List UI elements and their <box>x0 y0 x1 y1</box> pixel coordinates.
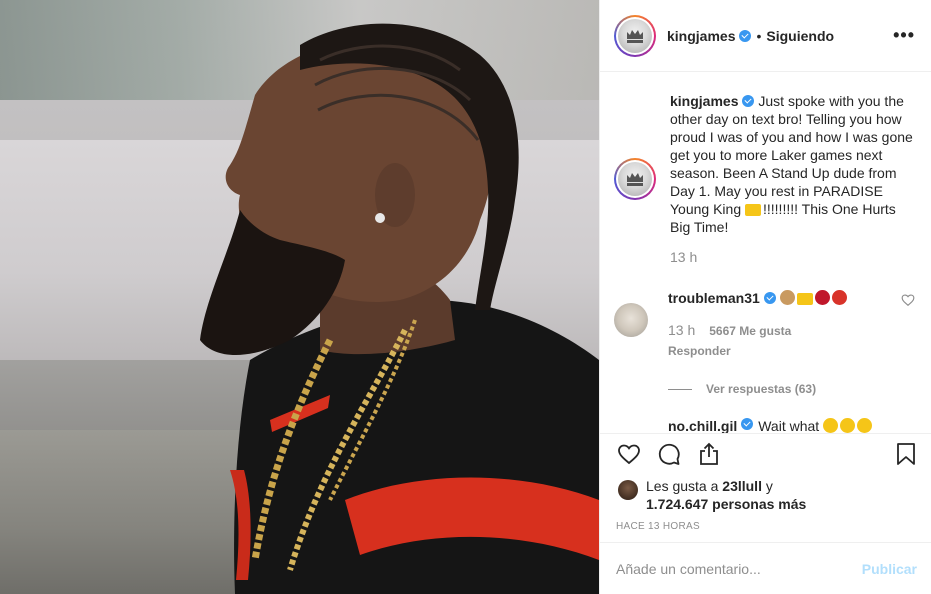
crown-emoji-icon <box>745 204 761 216</box>
view-replies-label: Ver respuestas (63) <box>706 382 817 396</box>
likes-summary: Les gusta a 23llull y 1.724.647 personas… <box>600 473 931 513</box>
comment-button[interactable] <box>656 441 682 467</box>
comment-icon <box>658 443 680 465</box>
caption-body: Just spoke with you the other day on tex… <box>670 93 913 217</box>
red-heart-emoji-icon <box>814 290 830 305</box>
comment2-text: Wait what <box>758 418 820 433</box>
comment2-username[interactable]: no.chill.gil <box>668 418 737 433</box>
view-replies-button[interactable]: Ver respuestas (63) <box>668 382 915 396</box>
portrait-figure <box>200 23 599 594</box>
story-ring-inner <box>616 16 654 55</box>
follow-status-button[interactable]: Siguiendo <box>766 28 834 44</box>
action-bar <box>600 433 931 473</box>
comment: no.chill.gil Wait what <box>614 418 915 433</box>
posted-time[interactable]: Hace 13 horas <box>600 513 931 532</box>
comment-username[interactable]: troubleman31 <box>668 290 760 306</box>
likes-conj: y <box>765 478 773 494</box>
bookmark-icon <box>897 442 915 465</box>
comment-body: troubleman31 13 h 5667 Me gusta Responde… <box>668 289 888 360</box>
comment-time[interactable]: 13 h <box>668 321 695 339</box>
crown-emoji-icon <box>796 293 813 305</box>
verified-icon <box>763 292 776 304</box>
shocked-face-emoji-icon <box>840 418 856 433</box>
post-side-panel: kingjames • Siguiendo ••• kingjames Just… <box>599 0 931 594</box>
avatar[interactable] <box>618 18 652 53</box>
caption-username[interactable]: kingjames <box>670 93 738 109</box>
comment-avatar[interactable] <box>614 303 648 337</box>
post-header: kingjames • Siguiendo ••• <box>600 0 931 72</box>
comment-meta: 13 h 5667 Me gusta <box>668 321 888 340</box>
replies-divider <box>668 388 692 390</box>
verified-icon <box>741 418 754 430</box>
shocked-face-emoji-icon <box>857 418 873 433</box>
likes-prefix: Les gusta a <box>646 478 719 494</box>
story-ring[interactable] <box>614 14 656 57</box>
share-icon <box>700 442 718 465</box>
caption-avatar[interactable] <box>618 162 652 196</box>
shocked-face-emoji-icon <box>823 418 839 433</box>
comments-section[interactable]: kingjames Just spoke with you the other … <box>600 72 931 433</box>
instagram-post: kingjames • Siguiendo ••• kingjames Just… <box>0 0 931 594</box>
crown-logo-icon <box>627 173 643 186</box>
caption: kingjames Just spoke with you the other … <box>614 92 915 236</box>
header-separator: • <box>756 27 762 44</box>
heart-icon <box>618 444 640 464</box>
praying-hands-emoji-icon <box>779 290 795 305</box>
publish-button[interactable]: Publicar <box>862 561 917 577</box>
save-button[interactable] <box>893 441 919 467</box>
caption-ring-inner <box>616 160 654 198</box>
caption-time[interactable]: 13 h <box>670 249 915 265</box>
heart-icon[interactable] <box>901 293 915 307</box>
more-options-button[interactable]: ••• <box>893 25 915 46</box>
post-photo[interactable] <box>0 0 599 594</box>
add-comment-bar: Añade un comentario... Publicar <box>600 542 931 594</box>
crown-logo-icon <box>627 29 643 43</box>
like-button[interactable] <box>616 441 642 467</box>
caption-text: kingjames Just spoke with you the other … <box>670 92 915 236</box>
caption-story-ring[interactable] <box>614 158 656 200</box>
reply-button[interactable]: Responder <box>668 342 888 360</box>
liker-username[interactable]: 23llull <box>722 478 762 494</box>
likes-count[interactable]: 1.724.647 personas más <box>646 496 806 512</box>
verified-icon <box>739 29 752 42</box>
likes-text: Les gusta a 23llull y 1.724.647 personas… <box>646 477 806 513</box>
comment-likes[interactable]: 5667 Me gusta <box>709 322 791 340</box>
share-button[interactable] <box>696 441 722 467</box>
comment-input[interactable]: Añade un comentario... <box>616 561 862 577</box>
liker-avatar[interactable] <box>618 480 638 500</box>
comment: troubleman31 13 h 5667 Me gusta Responde… <box>614 289 915 360</box>
header-username[interactable]: kingjames <box>667 28 735 44</box>
verified-icon <box>742 95 755 107</box>
angry-face-emoji-icon <box>831 290 847 305</box>
